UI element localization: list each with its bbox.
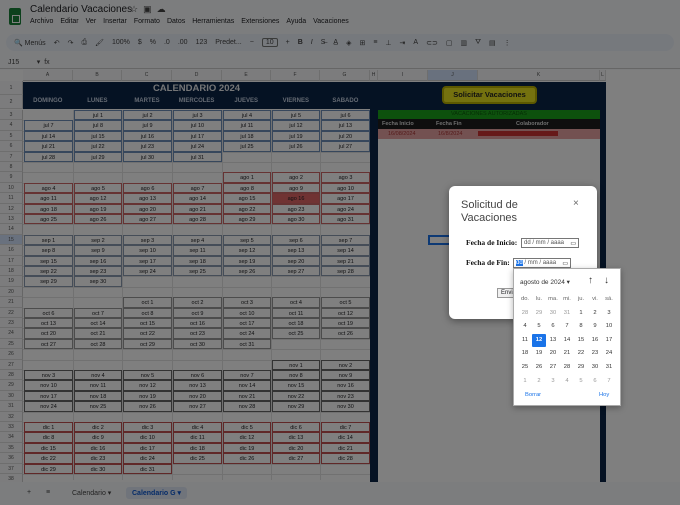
picker-day[interactable]: 18 [518,347,532,361]
picker-day[interactable]: 2 [532,375,546,389]
weekday-label: ju. [577,296,585,302]
weekday-label: ma. [548,296,558,302]
clear-button[interactable]: Borrar [525,392,541,398]
picker-day[interactable]: 25 [518,361,532,375]
weekday-label: sá. [605,296,613,302]
picker-day[interactable]: 13 [546,334,560,348]
close-icon[interactable]: × [573,198,579,209]
picker-day[interactable]: 2 [588,307,602,321]
picker-day[interactable]: 29 [532,307,546,321]
picker-day[interactable]: 1 [518,375,532,389]
picker-day[interactable]: 20 [546,347,560,361]
picker-day[interactable]: 10 [602,320,616,334]
picker-day[interactable]: 23 [588,347,602,361]
picker-day[interactable]: 17 [602,334,616,348]
calendar-icon[interactable]: ▭ [562,260,568,267]
picker-day[interactable]: 3 [602,307,616,321]
arrow-down-icon[interactable]: ↓ [604,275,609,286]
picker-day[interactable]: 27 [546,361,560,375]
picker-day[interactable]: 22 [574,347,588,361]
picker-day[interactable]: 24 [602,347,616,361]
picker-day[interactable]: 9 [588,320,602,334]
picker-day[interactable]: 4 [560,375,574,389]
date-picker: agosto de 2024 ▾ ↑ ↓ do. lu. ma. mi. ju. vi. s… [513,268,621,406]
picker-day[interactable]: 12 [532,333,546,348]
end-day-segment: dd [516,260,523,266]
picker-days: do. lu. ma. mi. ju. vi. sá. 28 29 30 31 1 2 3 4 5 6 7 8 9 10… [518,293,616,388]
picker-day[interactable]: 11 [518,334,532,348]
picker-day[interactable]: 7 [602,375,616,389]
start-date-input[interactable]: dd / mm / aaaa ▭ [521,238,579,248]
picker-day[interactable]: 8 [574,320,588,334]
picker-day[interactable]: 30 [588,361,602,375]
weekday-label: lu. [535,296,543,302]
weekday-label: do. [520,296,530,302]
picker-day[interactable]: 1 [574,307,588,321]
picker-day[interactable]: 31 [602,361,616,375]
today-button[interactable]: Hoy [599,392,609,398]
picker-day[interactable]: 21 [560,347,574,361]
picker-day[interactable]: 15 [574,334,588,348]
picker-day[interactable]: 6 [546,320,560,334]
end-date-input[interactable]: dd / mm / aaaa ▭ [513,258,571,268]
end-placeholder: / mm / aaaa [524,260,557,266]
picker-day[interactable]: 6 [588,375,602,389]
end-date-label: Fecha de Fin: [466,258,510,267]
dialog-title: Solicitud de Vacaciones [461,199,518,224]
picker-day[interactable]: 16 [588,334,602,348]
weekday-label: mi. [563,296,571,302]
picker-day[interactable]: 5 [574,375,588,389]
picker-day[interactable]: 3 [546,375,560,389]
picker-day[interactable]: 5 [532,320,546,334]
picker-day[interactable]: 31 [560,307,574,321]
month-select[interactable]: agosto de 2024 ▾ [520,278,570,286]
picker-day[interactable]: 29 [574,361,588,375]
start-date-label: Fecha de Inicio: [466,238,518,247]
picker-day[interactable]: 14 [560,334,574,348]
picker-day[interactable]: 28 [518,307,532,321]
picker-day[interactable]: 26 [532,361,546,375]
picker-day[interactable]: 4 [518,320,532,334]
start-placeholder: dd / mm / aaaa [524,240,565,246]
arrow-up-icon[interactable]: ↑ [588,275,593,286]
picker-day[interactable]: 7 [560,320,574,334]
weekday-label: vi. [592,296,598,302]
picker-day[interactable]: 28 [560,361,574,375]
picker-day[interactable]: 30 [546,307,560,321]
calendar-icon[interactable]: ▭ [570,240,576,247]
picker-day[interactable]: 19 [532,347,546,361]
